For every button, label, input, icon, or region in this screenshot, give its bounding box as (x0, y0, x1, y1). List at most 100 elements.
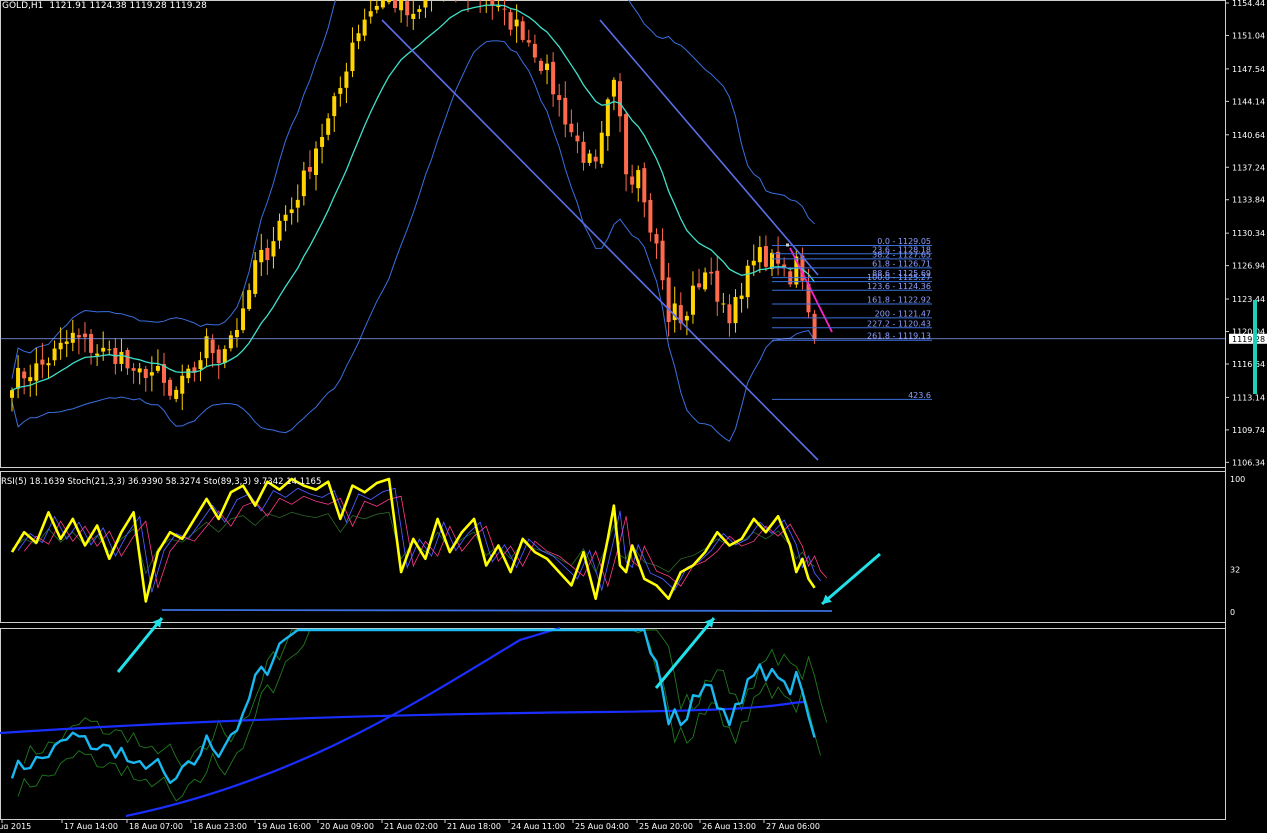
background (0, 0, 1267, 829)
candle-body (582, 142, 586, 163)
candle-body (594, 157, 598, 162)
candle-body (539, 61, 543, 71)
time-tick-label: 17 Aug 14:00 (64, 822, 118, 829)
candle-body (630, 177, 634, 185)
chart-root: 0.0 - 1129.0523.6 - 1128.1838.2 - 1127.6… (0, 0, 1267, 829)
candle-body (703, 272, 707, 289)
candle-body (16, 368, 20, 389)
candle-body (186, 369, 190, 378)
candle-body (119, 352, 123, 364)
price-tick-label: 1154.44 (1232, 0, 1265, 8)
candle-body (253, 260, 257, 294)
price-tick-label: 1116.64 (1232, 360, 1265, 369)
candle-body (350, 43, 354, 71)
candle-body (411, 14, 415, 19)
time-tick-label: 18 Aug 07:00 (129, 822, 183, 829)
time-tick-label: 18 Aug 23:00 (193, 822, 247, 829)
candle-body (77, 335, 81, 337)
candle-body (509, 12, 513, 29)
candle-body (271, 241, 275, 256)
candle-body (278, 221, 282, 241)
candle-body (764, 246, 768, 267)
candle-body (685, 316, 689, 320)
candle-body (752, 261, 756, 266)
price-tick-label: 1113.14 (1232, 393, 1265, 402)
candle-body (399, 0, 403, 10)
candle-body (369, 11, 373, 16)
candle-body (727, 304, 731, 323)
price-tick-label: 1147.54 (1232, 65, 1265, 74)
candle-body (405, 1, 409, 15)
candle-body (205, 336, 209, 358)
fib-label: 200 - 1121.47 (875, 309, 931, 318)
candle-body (10, 390, 14, 398)
candle-body (357, 33, 361, 41)
candle-body (34, 363, 38, 380)
time-tick-label: 19 Aug 16:00 (257, 822, 311, 829)
time-tick-label: 21 Aug 18:00 (447, 822, 501, 829)
candle-body (496, 6, 500, 7)
candle-body (551, 62, 555, 94)
candle-body (363, 20, 367, 36)
time-tick-label: 27 Aug 06:00 (766, 822, 820, 829)
fib-label: 38.2 - 1127.65 (872, 250, 931, 259)
candle-body (326, 118, 330, 134)
candle-body (600, 133, 604, 164)
candle-body (229, 335, 233, 348)
candle-body (661, 241, 665, 281)
candle-body (654, 234, 658, 243)
candle-body (53, 349, 57, 361)
time-tick-label: 21 Aug 02:00 (384, 822, 438, 829)
candle-body (168, 380, 172, 396)
candle-body (235, 330, 239, 337)
candle-body (338, 88, 342, 94)
candle-body (83, 334, 87, 338)
candle-body (575, 136, 579, 142)
fib-label: 161.8 - 1122.92 (867, 296, 931, 305)
candle-body (332, 96, 336, 116)
time-tick-label: 24 Aug 11:00 (511, 822, 565, 829)
rsi-support-line (162, 610, 832, 611)
candle-body (40, 360, 44, 365)
candle-body (126, 350, 130, 368)
candle-body (697, 283, 701, 287)
candle-body (259, 250, 263, 262)
candle-body (563, 98, 567, 125)
candle-body (642, 168, 646, 202)
candle-body (612, 80, 616, 97)
rsi-tick-label: 100 (1230, 475, 1245, 484)
chart-symbol: GOLD,H1 (2, 1, 43, 11)
candle-body (107, 349, 111, 350)
candle-body (740, 296, 744, 299)
candle-body (758, 247, 762, 262)
candle-body (715, 271, 719, 302)
fib-label: 423.6 (908, 391, 931, 400)
candle-body (569, 124, 573, 133)
time-tick-label: 14 Aug 2015 (0, 822, 31, 829)
candle-body (515, 20, 519, 27)
candle-body (302, 171, 306, 197)
candle-body (746, 266, 750, 297)
candle-body (387, 0, 391, 2)
candle-body (132, 368, 136, 371)
candle-body (417, 9, 421, 12)
candle-body (223, 349, 227, 363)
candle-body (314, 149, 318, 175)
candle-body (545, 64, 549, 70)
candle-body (217, 349, 221, 363)
rsi-tick-label: 0 (1230, 608, 1235, 617)
price-tick-label: 1106.34 (1232, 458, 1265, 467)
chart-symbol-header: GOLD,H11121.91 1124.38 1119.28 1119.28 (2, 1, 207, 11)
candle-body (284, 215, 288, 221)
candle-body (174, 390, 178, 399)
price-tick-label: 1123.44 (1232, 295, 1265, 304)
candle-body (344, 72, 348, 88)
candle-body (95, 354, 99, 356)
chart-svg: 0.0 - 1129.0523.6 - 1128.1838.2 - 1127.6… (0, 0, 1267, 829)
candle-body (265, 248, 269, 260)
time-tick-label: 26 Aug 13:00 (702, 822, 756, 829)
price-tick-label: 1133.84 (1232, 196, 1265, 205)
price-tick-label: 1126.94 (1232, 262, 1265, 271)
price-tick-label: 1137.24 (1232, 163, 1265, 172)
candle-body (375, 6, 379, 10)
